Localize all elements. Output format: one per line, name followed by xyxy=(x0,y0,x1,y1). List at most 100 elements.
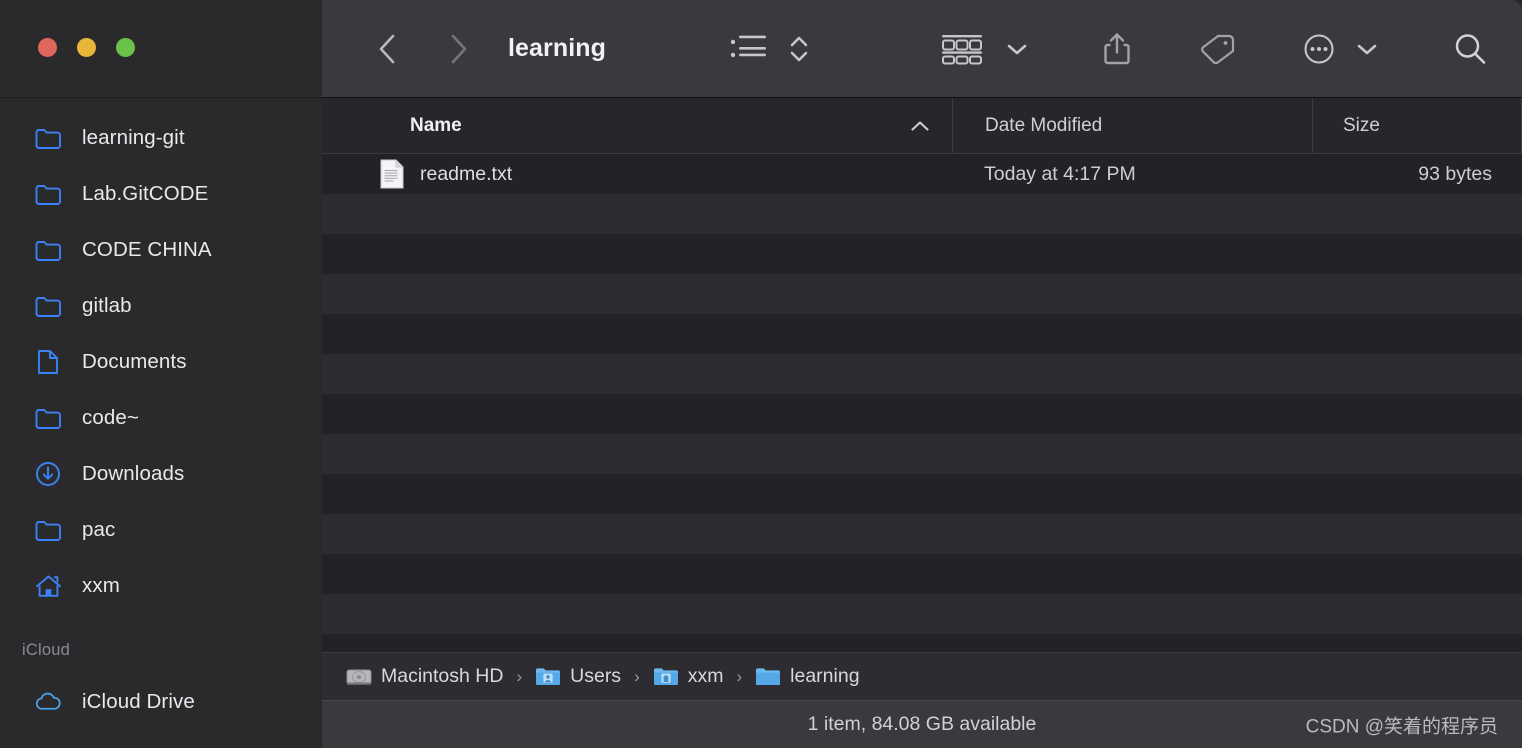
watermark: CSDN @笑着的程序员 xyxy=(1305,716,1498,737)
main-area: learning Name Date Modified Size readme.… xyxy=(322,0,1522,748)
sidebar-item-label: pac xyxy=(82,518,116,541)
minimize-button[interactable] xyxy=(77,38,96,57)
harddisk-icon xyxy=(346,667,372,687)
empty-row xyxy=(322,594,1522,634)
home-folder-icon xyxy=(653,666,679,687)
status-bar: 1 item, 84.08 GB available CSDN @笑着的程序员 xyxy=(322,700,1522,748)
column-header-size[interactable]: Size xyxy=(1312,98,1522,153)
breadcrumb-label: learning xyxy=(790,665,860,687)
folder-icon xyxy=(34,124,62,152)
breadcrumb-item-users[interactable]: Users xyxy=(531,663,625,690)
folder-icon xyxy=(34,180,62,208)
breadcrumb-item-xxm[interactable]: xxm xyxy=(649,663,728,690)
toolbar: learning xyxy=(322,0,1522,98)
breadcrumb-separator: › xyxy=(736,666,743,686)
sidebar-item-label: Downloads xyxy=(82,462,185,485)
sidebar-item-label: Lab.GitCODE xyxy=(82,182,209,205)
sidebar-item-label: code~ xyxy=(82,406,139,429)
breadcrumb-item-macintosh-hd[interactable]: Macintosh HD xyxy=(342,663,507,690)
sidebar: learning-git Lab.GitCODE CODE CHINA gitl… xyxy=(0,0,322,748)
breadcrumb-label: Macintosh HD xyxy=(381,665,504,687)
file-date-cell: Today at 4:17 PM xyxy=(984,162,1136,185)
empty-row xyxy=(322,514,1522,554)
column-header-size-label: Size xyxy=(1343,114,1380,136)
status-text: 1 item, 84.08 GB available xyxy=(807,713,1037,735)
sidebar-item-gitlab[interactable]: gitlab xyxy=(0,278,322,334)
column-headers: Name Date Modified Size xyxy=(322,98,1522,154)
sidebar-item-label: learning-git xyxy=(82,126,185,149)
sidebar-item-pac[interactable]: pac xyxy=(0,502,322,558)
folder-icon xyxy=(34,516,62,544)
traffic-lights xyxy=(38,38,135,57)
column-header-date-modified[interactable]: Date Modified xyxy=(952,98,1312,153)
sidebar-list: learning-git Lab.GitCODE CODE CHINA gitl… xyxy=(0,98,322,748)
sidebar-item-label: gitlab xyxy=(82,294,132,317)
empty-row xyxy=(322,554,1522,594)
list-view-button[interactable] xyxy=(722,21,774,77)
window-title: learning xyxy=(508,34,607,62)
forward-button[interactable] xyxy=(432,23,484,75)
chevron-down-icon[interactable] xyxy=(990,21,1034,77)
finder-window: learning-git Lab.GitCODE CODE CHINA gitl… xyxy=(0,0,1522,748)
more-button[interactable] xyxy=(1296,21,1342,77)
empty-row xyxy=(322,274,1522,314)
group-by-button[interactable] xyxy=(934,21,990,77)
share-button[interactable] xyxy=(1096,21,1138,77)
close-button[interactable] xyxy=(38,38,57,57)
breadcrumb-item-learning[interactable]: learning xyxy=(751,663,863,690)
file-size-cell: 93 bytes xyxy=(1418,162,1492,185)
users-folder-icon xyxy=(535,666,561,687)
sidebar-item-lab-gitcode[interactable]: Lab.GitCODE xyxy=(0,166,322,222)
file-name-cell: readme.txt xyxy=(322,159,952,189)
sidebar-item-label: xxm xyxy=(82,574,120,597)
breadcrumb: Macintosh HD › Users › xxm › learning xyxy=(322,652,1522,700)
sidebar-item-xxm[interactable]: xxm xyxy=(0,558,322,614)
folder-blue-icon xyxy=(755,666,781,687)
sidebar-item-label: iCloud Drive xyxy=(82,690,195,713)
list-view-stepper-icon[interactable] xyxy=(774,21,816,77)
sidebar-item-documents[interactable]: Documents xyxy=(0,334,322,390)
sidebar-item-learning-git[interactable]: learning-git xyxy=(0,110,322,166)
sidebar-item-label: Documents xyxy=(82,350,187,373)
cloud-icon xyxy=(34,688,62,716)
sort-ascending-icon xyxy=(910,119,930,132)
empty-row xyxy=(322,194,1522,234)
titlebar xyxy=(0,0,322,98)
back-button[interactable] xyxy=(362,23,414,75)
empty-row xyxy=(322,234,1522,274)
breadcrumb-label: xxm xyxy=(687,665,724,687)
empty-row xyxy=(322,314,1522,354)
column-header-date-label: Date Modified xyxy=(985,114,1103,136)
file-list[interactable]: readme.txt Today at 4:17 PM 93 bytes xyxy=(322,154,1522,652)
breadcrumb-separator: › xyxy=(634,666,640,686)
breadcrumb-separator: › xyxy=(516,666,523,686)
sidebar-item-label: CODE CHINA xyxy=(82,238,212,261)
sidebar-section-icloud: iCloud xyxy=(22,640,70,659)
text-file-icon xyxy=(380,159,404,189)
arrange-controls xyxy=(934,21,1034,77)
tag-button[interactable] xyxy=(1192,21,1242,77)
maximize-button[interactable] xyxy=(116,38,135,57)
column-header-name-label: Name xyxy=(410,114,462,136)
search-button[interactable] xyxy=(1446,21,1494,77)
sidebar-item-downloads[interactable]: Downloads xyxy=(0,446,322,502)
file-name-label: readme.txt xyxy=(420,162,513,185)
home-icon xyxy=(34,572,62,600)
empty-row xyxy=(322,634,1522,652)
empty-row xyxy=(322,394,1522,434)
more-controls xyxy=(1296,21,1384,77)
empty-row xyxy=(322,354,1522,394)
empty-row xyxy=(322,434,1522,474)
empty-row xyxy=(322,474,1522,514)
document-icon xyxy=(34,348,62,376)
sidebar-item-code-china[interactable]: CODE CHINA xyxy=(0,222,322,278)
sidebar-item-code[interactable]: code~ xyxy=(0,390,322,446)
chevron-down-icon[interactable] xyxy=(1342,21,1384,77)
table-row[interactable]: readme.txt Today at 4:17 PM 93 bytes xyxy=(322,154,1522,194)
sidebar-item-icloud-drive[interactable]: iCloud Drive xyxy=(0,674,322,730)
folder-icon xyxy=(34,292,62,320)
folder-icon xyxy=(34,404,62,432)
column-header-name[interactable]: Name xyxy=(322,98,952,153)
download-circle-icon xyxy=(34,460,62,488)
folder-icon xyxy=(34,236,62,264)
